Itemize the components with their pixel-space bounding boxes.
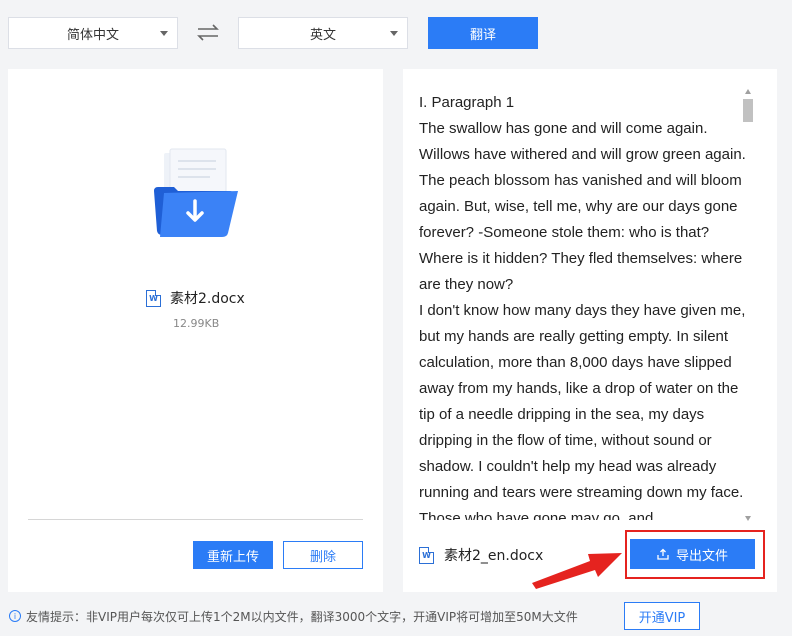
scrollbar[interactable]: [743, 89, 753, 521]
upload-folder-icon: [154, 148, 238, 237]
delete-button[interactable]: 删除: [283, 541, 363, 569]
chevron-down-icon: [390, 31, 398, 36]
scroll-up-icon[interactable]: [745, 89, 751, 94]
source-file-name: 素材2.docx: [170, 291, 245, 307]
export-file-button[interactable]: 导出文件: [630, 539, 755, 569]
scroll-down-icon[interactable]: [745, 516, 751, 521]
output-file-name: 素材2_en.docx: [444, 548, 544, 564]
swap-languages-icon[interactable]: [196, 22, 220, 44]
export-file-label: 导出文件: [675, 548, 728, 564]
target-language-select[interactable]: 英文: [238, 17, 408, 49]
target-language-value: 英文: [309, 27, 336, 43]
divider: [28, 519, 363, 520]
translate-button[interactable]: 翻译: [428, 17, 538, 49]
source-file-size: 12.99KB: [173, 317, 220, 330]
output-file-row: W 素材2_en.docx: [419, 545, 543, 565]
word-file-icon: W: [419, 546, 434, 564]
reupload-button[interactable]: 重新上传: [193, 541, 273, 569]
source-file-panel: W 素材2.docx 12.99KB 重新上传 删除: [8, 69, 383, 592]
info-icon: i: [9, 610, 21, 622]
translated-heading: I. Paragraph 1: [419, 94, 515, 111]
red-arrow-annotation: [532, 553, 622, 589]
translation-result-panel: I. Paragraph 1 The swallow has gone and …: [403, 69, 777, 592]
source-language-value: 简体中文: [66, 27, 119, 43]
translated-text-area[interactable]: I. Paragraph 1 The swallow has gone and …: [419, 90, 749, 520]
export-icon: [657, 548, 669, 560]
chevron-down-icon: [160, 31, 168, 36]
word-file-icon: W: [146, 289, 161, 307]
source-language-select[interactable]: 简体中文: [8, 17, 178, 49]
source-file-row: W 素材2.docx: [146, 288, 245, 308]
scrollbar-thumb[interactable]: [743, 99, 753, 122]
translated-paragraph: The swallow has gone and will come again…: [419, 120, 746, 293]
footer-tip-text: 友情提示：非VIP用户每次仅可上传1个2M以内文件，翻译3000个文字，开通VI…: [26, 610, 578, 624]
translated-paragraph: I don't know how many days they have giv…: [419, 302, 746, 520]
open-vip-button[interactable]: 开通VIP: [624, 602, 700, 630]
